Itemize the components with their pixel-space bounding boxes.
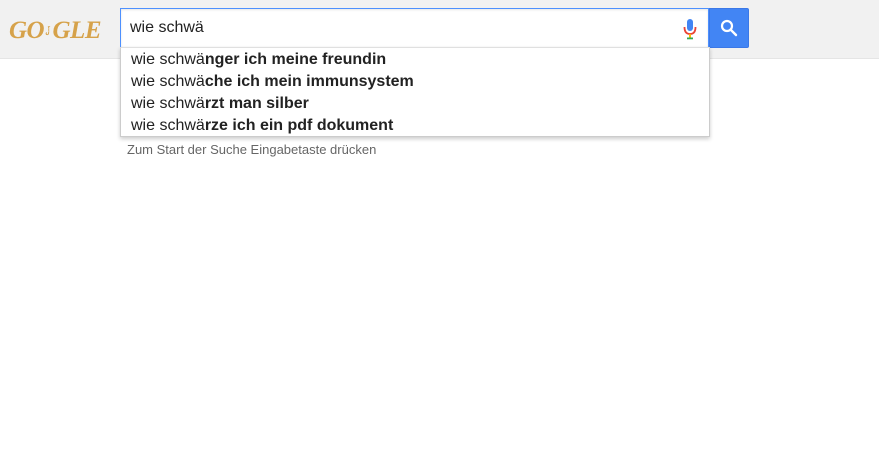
logo-text-left: GO	[9, 17, 45, 44]
search-hint: Zum Start der Suche Eingabetaste drücken	[127, 142, 377, 157]
search-box[interactable]	[120, 8, 709, 48]
suggestion-item[interactable]: wie schwärze ich ein pdf dokument	[121, 115, 709, 137]
logo-text-right: GLE	[52, 17, 102, 44]
suggestion-item[interactable]: wie schwänger ich meine freundin	[121, 49, 709, 71]
saxophone-icon	[45, 26, 51, 36]
autocomplete-dropdown: wie schwänger ich meine freundin wie sch…	[120, 47, 710, 137]
suggestion-item[interactable]: wie schwäche ich mein immunsystem	[121, 71, 709, 93]
logo[interactable]: GO GLE	[9, 14, 101, 48]
search-icon	[720, 19, 738, 37]
microphone-icon[interactable]	[682, 18, 698, 40]
search-input[interactable]	[130, 9, 670, 47]
suggestion-item[interactable]: wie schwärzt man silber	[121, 93, 709, 115]
search-button[interactable]	[709, 8, 749, 48]
